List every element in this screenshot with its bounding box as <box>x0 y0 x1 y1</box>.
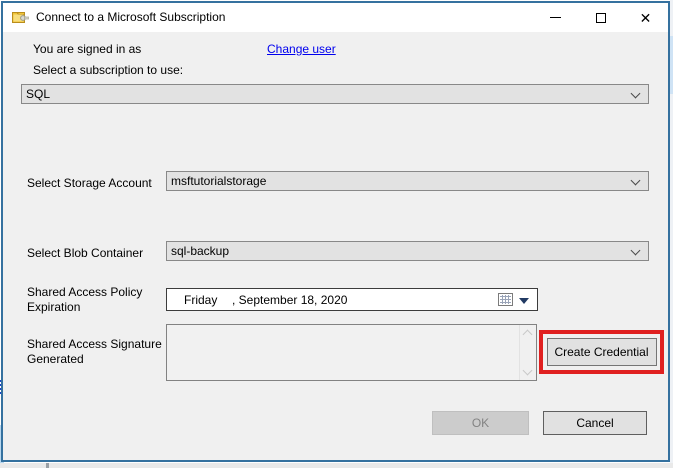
signed-in-label: You are signed in as <box>33 42 141 57</box>
chevron-down-icon <box>631 89 641 99</box>
signature-label-line1: Shared Access Signature <box>27 337 162 352</box>
background-bottom-strip <box>0 463 673 468</box>
close-icon: ✕ <box>640 11 652 25</box>
folder-key-icon <box>12 10 29 25</box>
storage-account-combobox[interactable]: msftutorialstorage <box>166 171 649 191</box>
close-button[interactable]: ✕ <box>623 3 668 32</box>
minimize-button[interactable] <box>533 3 578 32</box>
calendar-icon <box>498 293 513 306</box>
titlebar: Connect to a Microsoft Subscription ✕ <box>3 3 668 32</box>
ok-button[interactable]: OK <box>432 411 529 435</box>
chevron-down-icon <box>631 176 641 186</box>
date-dropdown-arrow-icon[interactable] <box>519 298 529 304</box>
signature-label-line2: Generated <box>27 352 84 367</box>
maximize-button[interactable] <box>578 3 623 32</box>
subscription-value: SQL <box>26 87 50 101</box>
blob-container-label: Select Blob Container <box>27 246 143 261</box>
dialog-body: You are signed in as Change user Select … <box>3 32 668 460</box>
signature-textarea[interactable] <box>166 324 537 381</box>
blob-container-value: sql-backup <box>171 244 229 258</box>
cancel-button[interactable]: Cancel <box>543 411 647 435</box>
minimize-icon <box>550 17 561 18</box>
scroll-up-icon[interactable] <box>523 330 533 340</box>
expiration-date-picker[interactable]: Friday , September 18, 2020 <box>166 288 538 311</box>
maximize-icon <box>596 13 606 23</box>
date-day-segment[interactable]: Friday <box>184 293 232 307</box>
subscription-label: Select a subscription to use: <box>33 63 183 78</box>
storage-account-label: Select Storage Account <box>27 176 152 191</box>
chevron-down-icon <box>631 246 641 256</box>
dialog-connect-subscription: Connect to a Microsoft Subscription ✕ Yo… <box>1 1 670 462</box>
signature-scrollbar[interactable] <box>519 325 536 380</box>
window-title: Connect to a Microsoft Subscription <box>36 3 225 32</box>
scroll-down-icon[interactable] <box>523 366 533 376</box>
blob-container-combobox[interactable]: sql-backup <box>166 241 649 261</box>
create-credential-button[interactable]: Create Credential <box>547 338 657 366</box>
storage-account-value: msftutorialstorage <box>171 174 266 188</box>
date-rest-segment[interactable]: , September 18, 2020 <box>232 293 347 307</box>
red-highlight-box: Create Credential <box>539 330 664 374</box>
background-bottom-tick <box>46 463 49 468</box>
policy-expiration-label-line2: Expiration <box>27 300 80 315</box>
window-controls: ✕ <box>533 3 668 32</box>
subscription-combobox[interactable]: SQL <box>21 84 649 104</box>
policy-expiration-label-line1: Shared Access Policy <box>27 285 142 300</box>
screen: Connect to a Microsoft Subscription ✕ Yo… <box>0 0 673 468</box>
change-user-link[interactable]: Change user <box>267 42 336 57</box>
